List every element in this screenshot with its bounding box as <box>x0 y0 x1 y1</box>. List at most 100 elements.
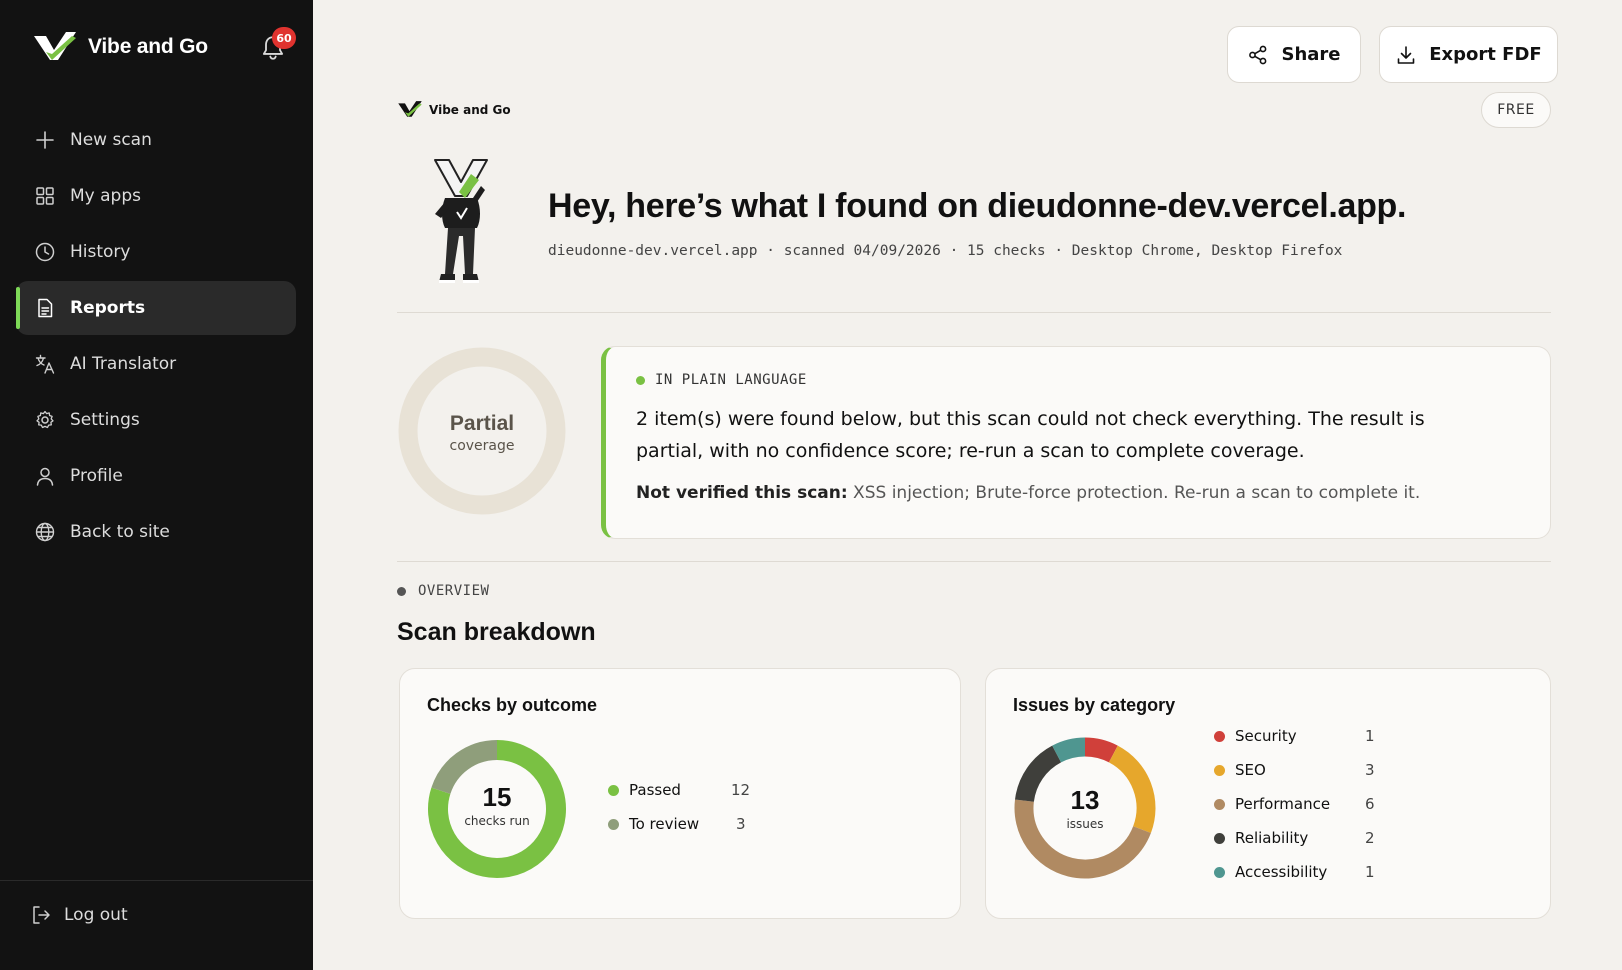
legend-dot-icon <box>1214 798 1225 810</box>
sidebar-item-label: History <box>70 242 131 262</box>
share-label: Share <box>1281 44 1341 65</box>
report-brand-name: Vibe and Go <box>429 102 511 117</box>
brand-logo-icon <box>34 32 76 60</box>
translate-icon <box>35 354 55 374</box>
legend-value: 3 <box>1365 761 1375 779</box>
not-verified-note: Not verified this scan: XSS injection; B… <box>636 483 1516 503</box>
legend-dot-icon <box>1214 764 1225 776</box>
sidebar-item-reports[interactable]: Reports <box>16 281 296 335</box>
outcome-donut-center: 15 checks run <box>427 782 567 828</box>
legend-value: 12 <box>731 781 751 799</box>
clock-icon <box>35 242 55 262</box>
sidebar-item-label: Reports <box>70 298 146 318</box>
card-title: Issues by category <box>1013 695 1176 715</box>
share-button[interactable]: Share <box>1227 26 1361 83</box>
not-verified-label: Not verified this scan: <box>636 483 848 503</box>
legend-dot-icon <box>608 818 619 830</box>
legend-dot-icon <box>1214 832 1225 844</box>
gear-icon <box>36 410 54 429</box>
category-donut-center: 13 issues <box>1012 785 1158 831</box>
download-icon <box>1397 45 1415 64</box>
sidebar-item-my-apps[interactable]: My apps <box>16 169 296 223</box>
card-title: Checks by outcome <box>427 695 598 715</box>
logout-label: Log out <box>64 905 128 925</box>
sidebar-item-label: Profile <box>70 466 123 486</box>
sidebar-item-history[interactable]: History <box>16 225 296 279</box>
coverage-subtitle: coverage <box>449 438 515 454</box>
sidebar-divider <box>0 880 313 881</box>
overview-label: OVERVIEW <box>397 583 489 599</box>
plus-icon <box>36 131 54 149</box>
checks-by-outcome-card: Checks by outcome 15 checks run Passed 1… <box>399 668 961 919</box>
legend-value: 6 <box>1365 795 1375 813</box>
sidebar: Vibe and Go 60 New scan My apps History … <box>0 0 313 970</box>
sidebar-item-label: New scan <box>70 130 152 150</box>
report-brand: Vibe and Go <box>397 100 511 119</box>
overview-label-text: OVERVIEW <box>418 583 490 599</box>
legend-item-to-review: To review <box>608 815 699 833</box>
category-total: 13 <box>1070 785 1100 815</box>
sidebar-item-new-scan[interactable]: New scan <box>16 113 296 167</box>
brand-name: Vibe and Go <box>88 35 208 58</box>
legend-item-seo: SEO <box>1214 761 1266 779</box>
outcome-total-label: checks run <box>464 814 530 828</box>
share-icon <box>1249 45 1267 64</box>
grid-icon <box>36 187 54 205</box>
outcome-total: 15 <box>482 782 512 812</box>
legend-value: 1 <box>1365 863 1375 881</box>
legend-dot-icon <box>1214 866 1225 878</box>
legend-item-security: Security <box>1214 727 1297 745</box>
legend-value: 3 <box>736 815 746 833</box>
sidebar-item-ai-translator[interactable]: AI Translator <box>16 337 296 391</box>
legend-value: 1 <box>1365 727 1375 745</box>
plain-language-body: 2 item(s) were found below, but this sca… <box>636 408 1425 462</box>
divider <box>397 312 1551 313</box>
sidebar-item-back-to-site[interactable]: Back to site <box>16 505 296 559</box>
mascot-illustration-icon <box>434 159 488 283</box>
category-segment-security <box>1084 737 1118 763</box>
legend-label: SEO <box>1235 761 1266 779</box>
legend-dot-icon <box>608 784 619 796</box>
issues-by-category-card: Issues by category 13 issues Security 1 … <box>985 668 1551 919</box>
section-title: Scan breakdown <box>397 618 596 646</box>
legend-value: 2 <box>1365 829 1375 847</box>
export-button[interactable]: Export FDF <box>1379 26 1558 83</box>
sidebar-item-settings[interactable]: Settings <box>16 393 296 447</box>
legend-label: Performance <box>1235 795 1331 813</box>
legend-item-passed: Passed <box>608 781 681 799</box>
user-icon <box>36 467 54 486</box>
legend-label: Accessibility <box>1235 863 1328 881</box>
legend-item-reliability: Reliability <box>1214 829 1308 847</box>
sidebar-item-label: My apps <box>70 186 141 206</box>
overview-dot-icon <box>397 586 406 596</box>
plain-language-card: IN PLAIN LANGUAGE 2 item(s) were found b… <box>601 346 1551 539</box>
legend-label: Passed <box>629 781 681 799</box>
sidebar-item-label: Settings <box>70 410 140 430</box>
plain-language-label-text: IN PLAIN LANGUAGE <box>655 372 807 388</box>
sidebar-item-profile[interactable]: Profile <box>16 449 296 503</box>
not-verified-text: XSS injection; Brute-force protection. R… <box>847 483 1421 503</box>
legend-item-accessibility: Accessibility <box>1214 863 1327 881</box>
category-segment-accessibility <box>1052 737 1086 763</box>
globe-icon <box>35 522 55 542</box>
plan-badge: FREE <box>1481 92 1551 128</box>
brand[interactable]: Vibe and Go <box>32 30 208 64</box>
plain-language-label: IN PLAIN LANGUAGE <box>636 372 807 388</box>
report-main: Share Export FDF Vibe and Go FREE Hey, h… <box>313 0 1622 970</box>
notification-count-badge: 60 <box>272 27 296 49</box>
coverage-label: Partial coverage <box>397 412 567 454</box>
report-meta: dieudonne-dev.vercel.app · scanned 04/09… <box>548 243 1343 259</box>
report-headline: Hey, here’s what I found on dieudonne-de… <box>548 187 1407 225</box>
legend-label: Security <box>1235 727 1297 745</box>
logout-button[interactable]: Log out <box>30 895 128 935</box>
document-icon <box>38 298 53 318</box>
divider <box>397 561 1551 562</box>
coverage-title: Partial <box>449 412 515 435</box>
legend-dot-icon <box>1214 730 1225 742</box>
sidebar-item-label: AI Translator <box>70 354 177 374</box>
category-total-label: issues <box>1066 817 1104 831</box>
logout-icon <box>33 906 50 924</box>
legend-label: Reliability <box>1235 829 1309 847</box>
legend-label: To review <box>629 815 700 833</box>
legend-item-performance: Performance <box>1214 795 1330 813</box>
